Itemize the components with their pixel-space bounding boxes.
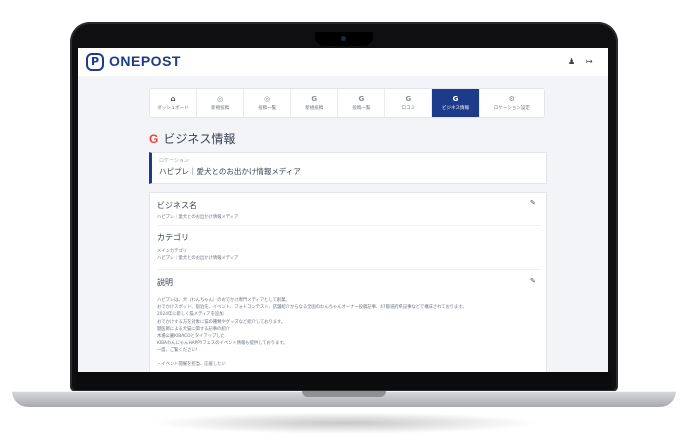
tab-label: ビジネス情報 (442, 106, 469, 111)
gear-icon: ⚙ (508, 95, 515, 103)
top-bar: P ONEPOST ♟ ↦ (78, 48, 608, 77)
description-line: ハピプレは、犬（わんちゃん）のおでかけ専門メディアとして創業。 (157, 298, 290, 303)
tab-dashboard[interactable]: ⌂ ダッシュボード (150, 89, 198, 117)
instagram-icon: ◎ (217, 95, 224, 103)
home-icon: ⌂ (170, 95, 176, 103)
description-line: ・イベント開催を担当、応援したい (157, 361, 226, 367)
business-name-value: ハピプレ｜愛犬とのお出かけ情報メディア (157, 215, 239, 220)
business-info-card: ビジネス名 ✎ ハピプレ｜愛犬とのお出かけ情報メディア カテゴリ メインカテゴリ… (149, 192, 547, 372)
laptop-chin (76, 372, 612, 390)
tab-label: 投稿一覧 (258, 106, 277, 111)
divider (157, 269, 541, 270)
google-icon: G (405, 95, 412, 103)
main-content: ⌂ ダッシュボード ◎ 新規投稿 ◎ 投稿一覧 G 新規投稿 G 投稿一覧 G … (78, 76, 608, 372)
description-line: 2024年に新しく猫メディアを追加 (157, 312, 224, 318)
description-line: 木場公園KIBACOとタイアップした (157, 334, 225, 340)
divider (157, 225, 541, 226)
location-label: ロケーション (159, 158, 189, 164)
page-title: G ビジネス情報 (149, 130, 235, 147)
laptop-base-groove (302, 391, 386, 397)
category-title: カテゴリ (157, 233, 189, 242)
location-card[interactable]: ロケーション ハピプレ｜愛犬とのお出かけ情報メディア (149, 152, 547, 184)
tab-business-info[interactable]: G ビジネス情報 (432, 89, 480, 117)
location-value: ハピプレ｜愛犬とのお出かけ情報メディア (159, 167, 301, 176)
description-line: おでかけする方を対象に猫の種類やグッズなど紹介しております。 (157, 319, 286, 325)
description-title: 説明 (157, 278, 173, 287)
category-label: メインカテゴリ (157, 249, 188, 254)
business-name-title: ビジネス名 (157, 201, 197, 210)
description-text: ハピプレは、犬（わんちゃん）のおでかけ専門メディアとして創業。 おでかけスポット… (157, 297, 467, 368)
camera-icon (341, 36, 346, 41)
logout-icon[interactable]: ↦ (586, 57, 593, 66)
tab-label: 新規投稿 (305, 106, 324, 111)
instagram-icon: ◎ (264, 95, 271, 103)
google-icon: G (149, 131, 159, 146)
description-line: おでかけスポット、宿泊先、イベント、フォトコンテスト、店舗紹介からなる全国のわん… (157, 305, 467, 311)
tab-label: 口コミ (401, 106, 416, 111)
tab-google-new-post[interactable]: G 新規投稿 (291, 89, 339, 117)
app-screen: P ONEPOST ♟ ↦ ⌂ ダッシュボード ◎ 新規投稿 ◎ 投稿一覧 G … (78, 48, 608, 372)
tab-label: ダッシュボード (157, 106, 189, 111)
description-line: 獣医師による犬猫に関する記事の紹介 (157, 326, 230, 332)
user-icon[interactable]: ♟ (568, 57, 575, 66)
tab-instagram-post-list[interactable]: ◎ 投稿一覧 (244, 89, 292, 117)
google-icon: G (358, 95, 365, 103)
page-title-text: ビジネス情報 (163, 132, 236, 146)
description-line: KIBAわんにゃんHAPPYフェスのイベント情報も提供しております。 (157, 341, 288, 347)
edit-description-icon[interactable]: ✎ (530, 277, 536, 285)
google-icon: G (452, 95, 459, 103)
nav-tabs: ⌂ ダッシュボード ◎ 新規投稿 ◎ 投稿一覧 G 新規投稿 G 投稿一覧 G … (149, 88, 545, 118)
logo-icon[interactable]: P (86, 53, 104, 71)
google-icon: G (311, 95, 318, 103)
laptop-shadow (150, 412, 540, 434)
category-value: ハピプレ｜愛犬とのお出かけ情報メディア (157, 256, 239, 261)
tab-google-reviews[interactable]: G 口コミ (385, 89, 433, 117)
tab-label: 新規投稿 (211, 106, 230, 111)
app-name[interactable]: ONEPOST (109, 53, 181, 69)
tab-label: ロケーション設定 (493, 106, 530, 111)
tab-location-settings[interactable]: ⚙ ロケーション設定 (480, 89, 545, 117)
scroll-fade (150, 371, 546, 372)
tab-label: 投稿一覧 (352, 106, 371, 111)
edit-business-name-icon[interactable]: ✎ (530, 199, 536, 207)
tab-instagram-new-post[interactable]: ◎ 新規投稿 (197, 89, 245, 117)
tab-google-post-list[interactable]: G 投稿一覧 (338, 89, 386, 117)
description-line: 一度、ご覧ください！ (157, 348, 200, 354)
